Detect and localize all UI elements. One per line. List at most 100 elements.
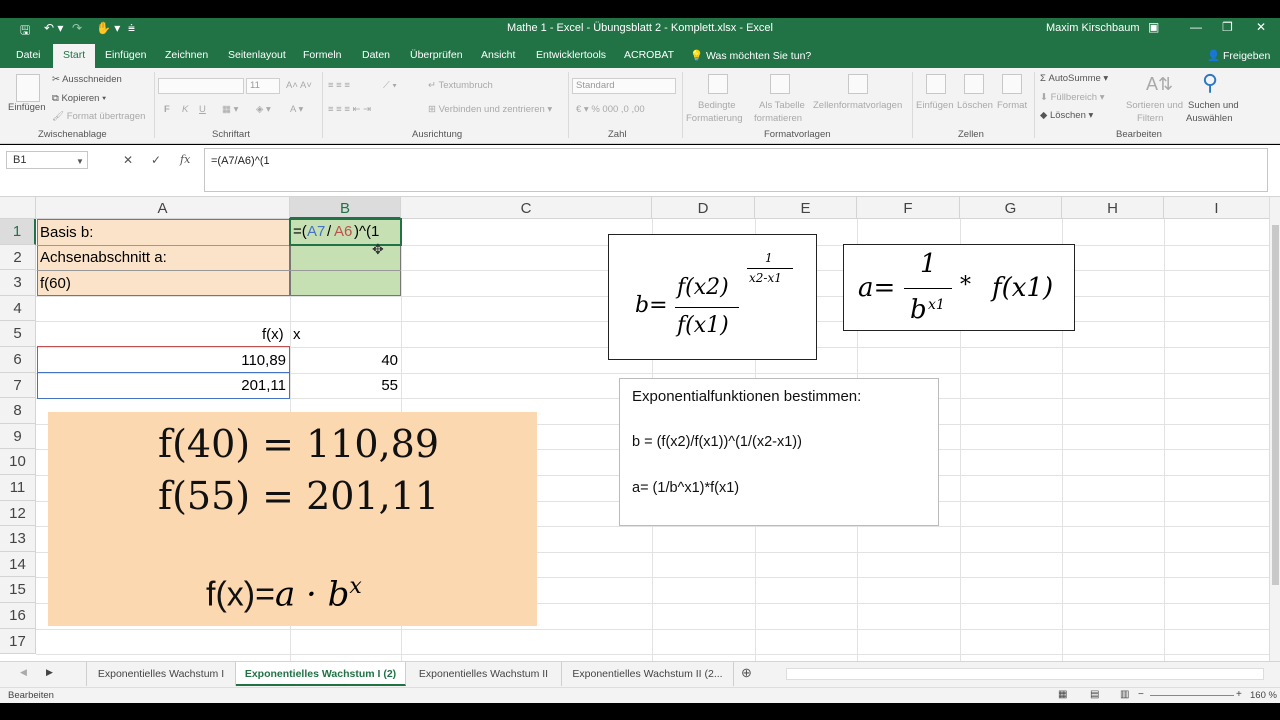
cell-a1[interactable]: Basis b:	[40, 224, 93, 241]
row-header-5[interactable]: 5	[0, 321, 36, 347]
select-all-corner[interactable]	[0, 197, 36, 219]
fill-button[interactable]: ⬇ Füllbereich ▾	[1040, 92, 1105, 103]
column-header-b[interactable]: B	[290, 197, 401, 219]
row-header-12[interactable]: 12	[0, 500, 36, 527]
cell-b6[interactable]: 40	[294, 352, 398, 369]
fill-color-icon[interactable]: ◈ ▾	[256, 104, 271, 115]
column-header-c[interactable]: C	[401, 197, 652, 219]
currency-icon[interactable]: € ▾ % 000 ,0 ,00	[576, 104, 645, 115]
vertical-scrollbar[interactable]	[1269, 197, 1280, 661]
tab-start[interactable]: Start	[53, 44, 96, 68]
tab-daten[interactable]: Daten	[362, 49, 390, 61]
sheet-tab-1[interactable]: Exponentielles Wachstum I	[86, 662, 236, 686]
share-button[interactable]: 👤 Freigeben	[1207, 49, 1270, 62]
sort-filter-button[interactable]: Sortieren und	[1126, 100, 1183, 111]
row-header-4[interactable]: 4	[0, 295, 36, 322]
column-header-d[interactable]: D	[652, 197, 755, 219]
delete-cells-icon[interactable]	[964, 74, 984, 94]
formula-box-b[interactable]: b= f(x2) f(x1) 1 x2-x1	[608, 234, 817, 360]
sheet-tab-3[interactable]: Exponentielles Wachstum II	[406, 662, 562, 686]
row-header-13[interactable]: 13	[0, 526, 36, 552]
scrollbar-thumb[interactable]	[1272, 225, 1279, 585]
zoom-out-icon[interactable]: −	[1138, 689, 1144, 700]
underline-button[interactable]: U	[199, 104, 206, 115]
row-header-6[interactable]: 6	[0, 347, 36, 373]
insert-cells-button[interactable]: Einfügen	[916, 100, 954, 111]
tab-ueberpruefen[interactable]: Überprüfen	[410, 49, 463, 61]
row-header-3[interactable]: 3	[0, 270, 36, 296]
number-format-select[interactable]: Standard	[572, 78, 676, 94]
cell-a7[interactable]: 201,11	[40, 377, 286, 394]
zoom-level[interactable]: 160 %	[1250, 690, 1277, 701]
tell-me-search[interactable]: 💡 Was möchten Sie tun?	[690, 49, 811, 62]
wrap-text-button[interactable]: ↵ Textumbruch	[428, 80, 493, 91]
tab-datei[interactable]: Datei	[16, 49, 41, 61]
horizontal-scrollbar[interactable]	[786, 668, 1264, 680]
normal-view-icon[interactable]: ▦	[1058, 689, 1067, 700]
cut-button[interactable]: ✂ Ausschneiden	[52, 74, 122, 85]
tab-ansicht[interactable]: Ansicht	[481, 49, 515, 61]
formula-box-a[interactable]: a= 1 b x1 * f(x1)	[843, 244, 1075, 331]
font-size-select[interactable]: 11	[246, 78, 280, 94]
tab-einfuegen[interactable]: Einfügen	[105, 49, 146, 61]
row-header-10[interactable]: 10	[0, 449, 36, 475]
tab-zeichnen[interactable]: Zeichnen	[165, 49, 208, 61]
page-break-icon[interactable]: ▥	[1120, 689, 1129, 700]
column-header-a[interactable]: A	[36, 197, 290, 219]
cell-a6[interactable]: 110,89	[40, 352, 286, 369]
column-header-e[interactable]: E	[755, 197, 857, 219]
font-name-select[interactable]	[158, 78, 244, 94]
format-cells-icon[interactable]	[1002, 74, 1022, 94]
row-header-11[interactable]: 11	[0, 475, 36, 501]
format-painter-button[interactable]: 🖌 Format übertragen	[52, 111, 145, 122]
maximize-icon[interactable]: ❐	[1222, 20, 1233, 34]
user-name[interactable]: Maxim Kirschbaum	[1046, 22, 1140, 34]
conditional-format-button[interactable]: Bedingte	[698, 100, 736, 111]
column-header-h[interactable]: H	[1062, 197, 1164, 219]
clear-button[interactable]: ◆ Löschen ▾	[1040, 110, 1093, 121]
next-sheet-icon[interactable]: ▶	[46, 667, 53, 678]
row-header-9[interactable]: 9	[0, 423, 36, 450]
active-cell-b1[interactable]: =( A7 / A6 )^(1	[289, 218, 402, 246]
font-color-icon[interactable]: A ▾	[290, 104, 303, 115]
copy-button[interactable]: ⧉ Kopieren ▾	[52, 93, 106, 104]
find-select-button-line2[interactable]: Auswählen	[1186, 113, 1232, 124]
row-header-2[interactable]: 2	[0, 244, 36, 271]
column-header-i[interactable]: I	[1164, 197, 1270, 219]
align-left-icon[interactable]: ≡ ≡ ≡ ⇤ ⇥	[328, 104, 371, 115]
worksheet-grid[interactable]: A B C D E F G H I 1 2 3 4 5 6 7 8 9 10 1…	[0, 197, 1280, 661]
format-as-table-icon[interactable]	[770, 74, 790, 94]
confirm-entry-icon[interactable]: ✓	[151, 153, 161, 167]
sheet-tab-4[interactable]: Exponentielles Wachstum II (2...	[562, 662, 734, 686]
row-header-8[interactable]: 8	[0, 398, 36, 424]
ribbon-display-icon[interactable]: ▣	[1148, 20, 1159, 34]
cancel-entry-icon[interactable]: ✕	[123, 153, 133, 167]
conditional-format-button-line2[interactable]: Formatierung	[686, 113, 743, 124]
formula-input[interactable]: =(A7/A6)^(1	[204, 148, 1268, 192]
tab-acrobat[interactable]: ACROBAT	[624, 49, 674, 61]
row-header-15[interactable]: 15	[0, 577, 36, 603]
row-header-17[interactable]: 17	[0, 628, 36, 655]
delete-cells-button[interactable]: Löschen	[957, 100, 993, 111]
add-sheet-icon[interactable]: ⊕	[741, 665, 752, 681]
cell-a3[interactable]: f(60)	[40, 275, 71, 292]
note-box[interactable]: f(40) = 110,89 f(55) = 201,11 f(x)=a · b…	[48, 412, 537, 626]
sort-filter-icon[interactable]: A⇅	[1146, 74, 1173, 95]
format-as-table-button[interactable]: Als Tabelle	[759, 100, 805, 111]
conditional-format-icon[interactable]	[708, 74, 728, 94]
insert-function-icon[interactable]: fx	[180, 153, 190, 166]
zoom-in-icon[interactable]: +	[1236, 689, 1242, 700]
page-layout-icon[interactable]: ▤	[1090, 689, 1099, 700]
column-header-g[interactable]: G	[960, 197, 1062, 219]
cell-b7[interactable]: 55	[294, 377, 398, 394]
tab-entwicklertools[interactable]: Entwicklertools	[536, 49, 606, 61]
cell-styles-icon[interactable]	[848, 74, 868, 94]
orientation-icon[interactable]: ⟋ ▾	[383, 80, 397, 91]
cell-a5[interactable]: f(x)	[262, 326, 284, 343]
name-box-dropdown-icon[interactable]: ▼	[76, 157, 84, 166]
explanation-text-box[interactable]: Exponentialfunktionen bestimmen: b = (f(…	[619, 378, 939, 526]
autosum-button[interactable]: Σ AutoSumme ▾	[1040, 73, 1108, 84]
paste-icon[interactable]	[16, 74, 40, 102]
borders-icon[interactable]: ▦ ▾	[222, 104, 238, 115]
paste-button[interactable]: Einfügen	[8, 102, 46, 113]
